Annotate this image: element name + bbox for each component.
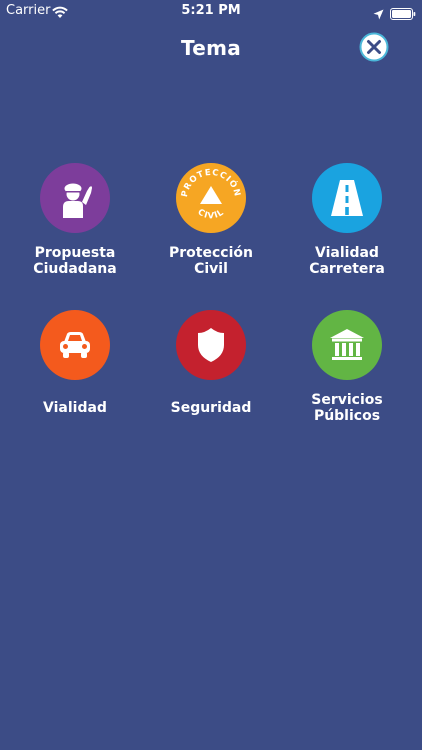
svg-text:CIVIL: CIVIL	[196, 207, 227, 221]
battery-icon	[390, 5, 416, 20]
close-button[interactable]	[359, 32, 389, 62]
topic-label: Seguridad	[170, 400, 252, 416]
topic-servicios-publicos[interactable]: Servicios Públicos	[277, 310, 417, 424]
topic-label: Protección Civil	[169, 245, 253, 277]
topic-vialidad-carretera[interactable]: Vialidad Carretera	[277, 163, 417, 277]
badge-text-bottom: CIVIL	[196, 207, 226, 221]
topic-label: Vialidad	[43, 400, 107, 416]
topic-seguridad[interactable]: Seguridad	[141, 310, 281, 416]
location-arrow-icon	[373, 5, 384, 20]
topic-vialidad[interactable]: Vialidad	[5, 310, 145, 416]
highway-icon	[312, 163, 382, 233]
topic-propuesta-ciudadana[interactable]: Propuesta Ciudadana	[5, 163, 145, 277]
clock: 5:21 PM	[181, 3, 241, 18]
topic-label: Propuesta Ciudadana	[33, 245, 117, 277]
topic-label: Vialidad Carretera	[309, 245, 385, 277]
close-icon	[359, 32, 389, 62]
citizen-icon	[40, 163, 110, 233]
topic-proteccion-civil[interactable]: PROTECCIÓN CIVIL Protección Civil	[141, 163, 281, 277]
civil-protection-icon: PROTECCIÓN CIVIL	[176, 163, 246, 233]
building-icon	[312, 310, 382, 380]
topic-label: Servicios Públicos	[311, 392, 383, 424]
shield-icon	[176, 310, 246, 380]
status-bar: Carrier 5:21 PM	[0, 0, 422, 22]
car-icon	[40, 310, 110, 380]
